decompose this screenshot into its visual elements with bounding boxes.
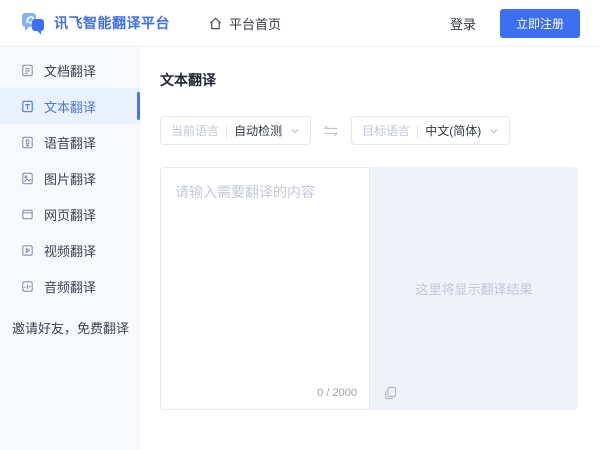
translation-app: 讯飞智能翻译平台 平台首页 登录 立即注册 文 [0,0,600,450]
sidebar-item-label: 文档翻译 [44,61,96,80]
source-language-select[interactable]: 当前语言 | 自动检测 [160,116,311,145]
translation-result-panel: 这里将显示翻译结果 [370,167,578,410]
language-bar: 当前语言 | 自动检测 目标语言 | 中文(简体) [160,116,578,145]
target-language-label: 目标语言 [362,122,410,139]
home-icon [208,16,223,31]
sidebar-item-audio-translate[interactable]: 音频翻译 [0,268,140,304]
logo-icon [20,10,46,36]
webpage-translate-icon [20,207,35,222]
sidebar-item-label: 文本翻译 [44,97,96,116]
page-title: 文本翻译 [160,70,578,90]
sidebar-item-label: 语音翻译 [44,133,96,152]
image-translate-icon [20,171,35,186]
voice-translate-icon [20,135,35,150]
document-translate-icon [20,63,35,78]
video-translate-icon [20,243,35,258]
nav-home-label: 平台首页 [229,14,281,33]
source-language-label: 当前语言 [171,122,219,139]
divider: | [225,124,228,138]
brand[interactable]: 讯飞智能翻译平台 [20,10,170,36]
header: 讯飞智能翻译平台 平台首页 登录 立即注册 [0,0,600,46]
sidebar-item-label: 音频翻译 [44,277,96,296]
divider: | [416,124,419,138]
invite-friends-link[interactable]: 邀请好友，免费翻译 [0,318,140,337]
chevron-down-icon [290,126,300,136]
logo-text: 讯飞智能翻译平台 [54,13,170,33]
target-language-value: 中文(简体) [425,122,481,139]
source-text-panel: 0 / 2000 [160,167,370,410]
sidebar-item-voice-translate[interactable]: 语音翻译 [0,124,140,160]
sidebar-item-webpage-translate[interactable]: 网页翻译 [0,196,140,232]
audio-translate-icon [20,279,35,294]
nav-home[interactable]: 平台首页 [208,14,281,33]
copy-icon[interactable] [384,386,397,400]
main-content: 文本翻译 当前语言 | 自动检测 目标语言 [140,46,600,450]
sidebar-item-video-translate[interactable]: 视频翻译 [0,232,140,268]
chevron-down-icon [489,126,499,136]
source-language-value: 自动检测 [234,122,282,139]
sidebar-item-text-translate[interactable]: 文本翻译 [0,88,140,124]
login-link[interactable]: 登录 [450,14,476,33]
sidebar-item-image-translate[interactable]: 图片翻译 [0,160,140,196]
char-counter: 0 / 2000 [317,387,357,399]
sidebar-item-document-translate[interactable]: 文档翻译 [0,52,140,88]
sidebar-item-label: 图片翻译 [44,169,96,188]
swap-languages-icon[interactable] [323,124,339,138]
sidebar: 文档翻译 文本翻译 [0,46,140,450]
result-placeholder: 这里将显示翻译结果 [415,279,532,298]
text-translate-icon [20,99,35,114]
sidebar-item-label: 视频翻译 [44,241,96,260]
register-button[interactable]: 立即注册 [500,9,580,38]
translation-panels: 0 / 2000 这里将显示翻译结果 [160,167,578,410]
sidebar-item-label: 网页翻译 [44,205,96,224]
target-language-select[interactable]: 目标语言 | 中文(简体) [351,116,510,145]
source-text-input[interactable] [161,168,369,409]
